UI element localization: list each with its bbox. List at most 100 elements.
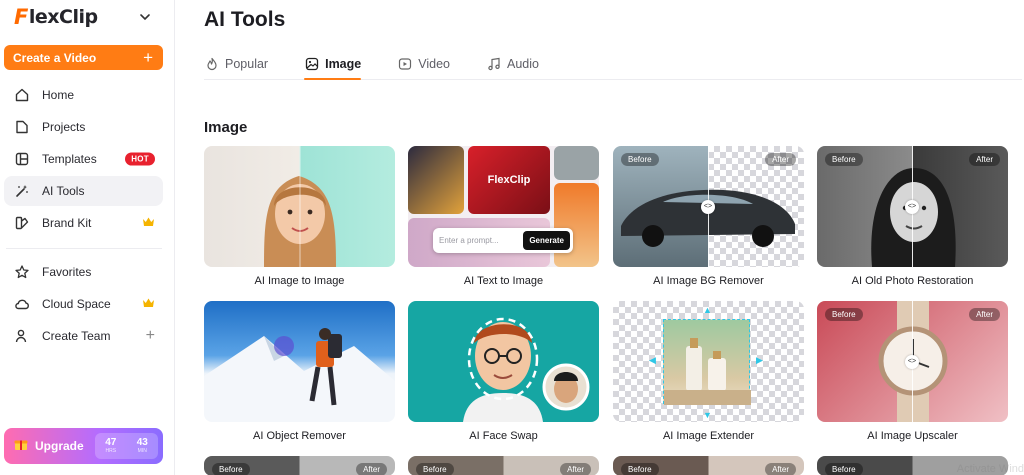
sidebar-item-label: Cloud Space bbox=[42, 297, 111, 311]
after-badge: After bbox=[560, 463, 591, 475]
tool-card-title: AI Image Upscaler bbox=[867, 430, 958, 442]
sidebar-item-brand-kit[interactable]: Brand Kit bbox=[4, 208, 163, 238]
sidebar: FlexClip Create a Video + Home Projects … bbox=[0, 0, 175, 475]
timer-hours-value: 47 bbox=[105, 437, 117, 448]
compare-handle-icon[interactable]: <> bbox=[701, 199, 715, 214]
arrow-up-icon: ▲ bbox=[703, 305, 712, 315]
folder-icon bbox=[13, 118, 31, 136]
nav-main: Home Projects Templates HOT AI Tools Bra… bbox=[4, 80, 163, 240]
thumbnail: ▲ ▼ ◀ ▶ bbox=[613, 301, 804, 422]
before-badge: Before bbox=[621, 153, 659, 166]
mountain-climber-illustration bbox=[204, 328, 395, 422]
thumbnail bbox=[204, 146, 395, 267]
extend-frame bbox=[663, 319, 751, 405]
tool-card-title: AI Image to Image bbox=[254, 275, 345, 287]
brand-kit-icon bbox=[13, 214, 31, 232]
sidebar-item-label: Brand Kit bbox=[42, 216, 92, 230]
music-note-icon bbox=[486, 56, 502, 72]
tool-card-bg-remover[interactable]: <> Before After AI Image BG Remover bbox=[613, 146, 804, 287]
gift-icon bbox=[13, 436, 29, 457]
plus-icon: + bbox=[143, 48, 153, 67]
flexclip-logo[interactable]: FlexClip bbox=[14, 5, 98, 29]
upgrade-button[interactable]: Upgrade 47 HRS 43 MIN bbox=[4, 428, 163, 464]
flame-icon bbox=[204, 56, 220, 72]
thumbnail: <> Before After bbox=[613, 146, 804, 267]
tool-card-text-to-image[interactable]: FlexClip Enter a prompt... Generate AI T… bbox=[408, 146, 599, 287]
tool-card-image-to-image[interactable]: AI Image to Image bbox=[204, 146, 395, 287]
home-icon bbox=[13, 86, 31, 104]
sidebar-item-projects[interactable]: Projects bbox=[4, 112, 163, 142]
sidebar-item-label: Projects bbox=[42, 120, 86, 134]
sidebar-item-ai-tools[interactable]: AI Tools bbox=[4, 176, 163, 206]
prompt-placeholder: Enter a prompt... bbox=[439, 236, 499, 245]
tab-audio[interactable]: Audio bbox=[486, 50, 539, 77]
section-title: Image bbox=[204, 119, 248, 136]
tab-video[interactable]: Video bbox=[397, 50, 450, 77]
countdown-timer: 47 HRS 43 MIN bbox=[95, 433, 158, 459]
sidebar-item-label: Templates bbox=[42, 152, 97, 166]
after-badge: After bbox=[969, 308, 1000, 321]
tool-card-row3-1[interactable]: Before After bbox=[204, 456, 395, 475]
star-icon bbox=[13, 263, 31, 281]
nav-secondary: Favorites Cloud Space Create Team + bbox=[4, 257, 163, 353]
before-badge: Before bbox=[621, 463, 659, 475]
tool-card-row3-3[interactable]: Before After bbox=[613, 456, 804, 475]
after-badge: After bbox=[765, 463, 796, 475]
before-badge: Before bbox=[825, 308, 863, 321]
tool-card-old-photo[interactable]: <> Before After AI Old Photo Restoration bbox=[817, 146, 1008, 287]
sidebar-item-label: Create Team bbox=[42, 329, 111, 343]
timer-hours: 47 HRS bbox=[95, 433, 127, 459]
create-video-label: Create a Video bbox=[13, 50, 97, 65]
tool-card-title: AI Old Photo Restoration bbox=[851, 275, 974, 287]
arrow-left-icon: ◀ bbox=[649, 355, 656, 365]
tool-card-title: AI Text to Image bbox=[463, 275, 544, 287]
prompt-input[interactable]: Enter a prompt... Generate bbox=[433, 228, 573, 253]
sidebar-item-label: Home bbox=[42, 88, 75, 102]
bottles-illustration bbox=[664, 338, 751, 405]
before-badge: Before bbox=[825, 463, 863, 475]
templates-icon bbox=[13, 150, 31, 168]
tool-card-image-upscaler[interactable]: <> Before After AI Image Upscaler bbox=[817, 301, 1008, 442]
tool-card-row3-2[interactable]: Before After bbox=[408, 456, 599, 475]
thumbnail bbox=[408, 301, 599, 422]
timer-minutes: 43 MIN bbox=[127, 433, 159, 459]
sidebar-item-cloud-space[interactable]: Cloud Space bbox=[4, 289, 163, 319]
girl-portrait-illustration bbox=[264, 146, 336, 267]
add-team-plus-icon[interactable]: + bbox=[146, 327, 155, 345]
arrow-right-icon: ▶ bbox=[756, 355, 763, 365]
cloud-icon bbox=[13, 295, 31, 313]
tool-card-face-swap[interactable]: AI Face Swap bbox=[408, 301, 599, 442]
after-badge: After bbox=[356, 463, 387, 475]
create-video-button[interactable]: Create a Video + bbox=[4, 45, 163, 70]
tool-card-object-remover[interactable]: AI Object Remover bbox=[204, 301, 395, 442]
sidebar-divider bbox=[6, 248, 162, 249]
timer-minutes-unit: MIN bbox=[137, 448, 147, 454]
image-icon bbox=[304, 56, 320, 72]
magic-wand-icon bbox=[13, 182, 31, 200]
tab-popular[interactable]: Popular bbox=[204, 50, 268, 77]
timer-minutes-value: 43 bbox=[136, 437, 148, 448]
sample-image-1 bbox=[408, 146, 464, 214]
after-badge: After bbox=[969, 153, 1000, 166]
generate-button[interactable]: Generate bbox=[523, 231, 570, 250]
sidebar-item-favorites[interactable]: Favorites bbox=[4, 257, 163, 287]
logo-row: FlexClip bbox=[14, 5, 154, 29]
compare-handle-icon[interactable]: <> bbox=[905, 199, 919, 214]
thumbnail: Before After bbox=[613, 456, 804, 475]
chevron-down-icon[interactable] bbox=[136, 8, 154, 26]
logo-mark: F bbox=[14, 5, 28, 29]
tab-image[interactable]: Image bbox=[304, 50, 362, 80]
arrow-down-icon: ▼ bbox=[703, 410, 712, 420]
before-badge: Before bbox=[416, 463, 454, 475]
compare-handle-icon[interactable]: <> bbox=[905, 354, 919, 369]
tool-card-image-extender[interactable]: ▲ ▼ ◀ ▶ AI Image Extender bbox=[613, 301, 804, 442]
sample-image-brand-text: FlexClip bbox=[487, 174, 531, 186]
sidebar-item-templates[interactable]: Templates HOT bbox=[4, 144, 163, 174]
tool-card-title: AI Face Swap bbox=[469, 430, 538, 442]
sidebar-item-create-team[interactable]: Create Team + bbox=[4, 321, 163, 351]
video-icon bbox=[397, 56, 413, 72]
sidebar-item-home[interactable]: Home bbox=[4, 80, 163, 110]
timer-hours-unit: HRS bbox=[105, 448, 117, 454]
tab-label: Image bbox=[325, 56, 362, 71]
upgrade-label: Upgrade bbox=[35, 439, 84, 453]
